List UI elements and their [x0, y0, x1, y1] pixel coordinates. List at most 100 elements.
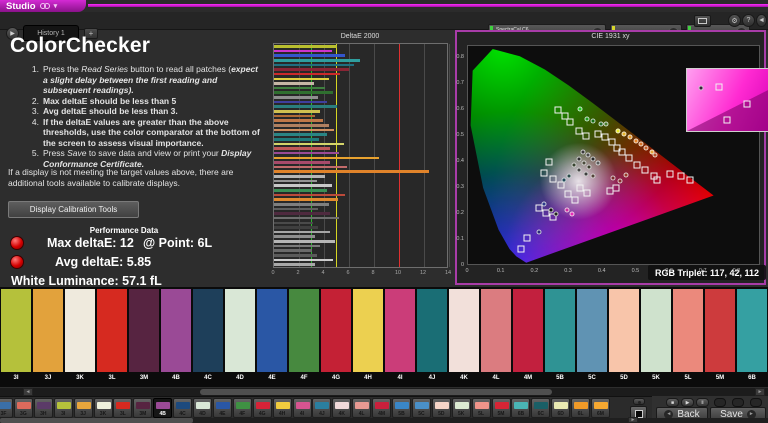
patch-button-4K[interactable]: 4K	[332, 398, 351, 418]
deltae-bar	[274, 263, 315, 266]
color-patch-4M[interactable]	[513, 289, 543, 372]
color-patch-4H[interactable]	[353, 289, 383, 372]
option-knob-1[interactable]	[714, 398, 726, 407]
patch-button-4F[interactable]: 4F	[233, 398, 252, 418]
display-calibration-tools-button[interactable]: Display Calibration Tools	[8, 201, 139, 218]
patch-button-3L[interactable]: 3L	[113, 398, 132, 418]
color-patch-5C[interactable]	[577, 289, 607, 372]
x-tick-label: 12	[420, 270, 426, 276]
scrollbar-thumb[interactable]	[0, 418, 193, 423]
color-patch-5M[interactable]	[705, 289, 735, 372]
color-patch-5K[interactable]	[641, 289, 671, 372]
patch-button-label: 3I	[55, 411, 72, 417]
x-tick-label: 0.2	[531, 268, 539, 274]
patch-button-3K[interactable]: 3K	[94, 398, 113, 418]
target-square	[517, 245, 524, 252]
read-series-button[interactable]: ▶	[681, 398, 694, 407]
deltae-bar	[274, 119, 323, 122]
deltae-chart-panel[interactable]: DeltaE 2000 02468101214	[266, 31, 454, 285]
patch-button-4M[interactable]: 4M	[372, 398, 391, 418]
patch-button-4E[interactable]: 4E	[213, 398, 232, 418]
patch-button-6M[interactable]: 6M	[591, 398, 610, 418]
color-patch-5B[interactable]	[545, 289, 575, 372]
help-button[interactable]: ?	[742, 14, 755, 27]
scrollbar-thumb[interactable]	[200, 389, 552, 395]
patch-button-3M[interactable]: 3M	[133, 398, 152, 418]
cie-chart-panel[interactable]: CIE 1931 xy RGB Triplet: 117, 42, 112 00…	[455, 30, 766, 285]
color-patch-3J[interactable]	[33, 289, 63, 372]
patch-button-3G[interactable]: 3G	[14, 398, 33, 418]
patch-button-6B[interactable]: 6B	[511, 398, 530, 418]
patch-button-5K[interactable]: 5K	[452, 398, 471, 418]
color-patch-4D[interactable]	[225, 289, 255, 372]
patch-button-3I[interactable]: 3I	[54, 398, 73, 418]
instruction-list: 1. Press the Read Series button to read …	[26, 64, 260, 169]
scroll-left-button[interactable]: ◄	[23, 388, 33, 396]
color-patch-6B[interactable]	[737, 289, 767, 372]
color-patch-3K[interactable]	[65, 289, 95, 372]
patch-button-3F[interactable]: 3F	[0, 398, 13, 418]
patch-button-3H[interactable]: 3H	[34, 398, 53, 418]
color-patch-3M[interactable]	[129, 289, 159, 372]
patch-swatch	[495, 402, 509, 409]
cie-zoom-inset	[686, 68, 768, 132]
color-patch-5D[interactable]	[609, 289, 639, 372]
patch-button-4C[interactable]: 4C	[173, 398, 192, 418]
patch-button-4J[interactable]: 4J	[312, 398, 331, 418]
patch-button-label: 5K	[453, 411, 470, 417]
color-patch-4G[interactable]	[321, 289, 351, 372]
target-square	[607, 188, 614, 195]
white-luminance-value: White Luminance: 57.1 fL	[11, 274, 162, 288]
patch-label: 4M	[512, 375, 544, 381]
color-patch-4C[interactable]	[193, 289, 223, 372]
patch-button-4B[interactable]: 4B	[153, 398, 172, 418]
patch-button-5L[interactable]: 5L	[472, 398, 491, 418]
settings-button[interactable]: ⚙	[728, 14, 741, 27]
color-patch-4E[interactable]	[257, 289, 287, 372]
patch-button-4D[interactable]: 4D	[193, 398, 212, 418]
option-knob-2[interactable]	[732, 398, 744, 407]
color-patch-4J[interactable]	[417, 289, 447, 372]
deltae-bar	[274, 73, 340, 76]
color-patch-5L[interactable]	[673, 289, 703, 372]
toolbar-scroll-right-button[interactable]: ►	[628, 417, 638, 423]
toolbar-scrollbar[interactable]	[0, 418, 768, 423]
collapse-button[interactable]: ◄	[756, 14, 767, 27]
patch-button-5M[interactable]: 5M	[492, 398, 511, 418]
scroll-right-button[interactable]: ►	[755, 388, 765, 396]
patch-button-6C[interactable]: 6C	[531, 398, 550, 418]
color-patch-4I[interactable]	[385, 289, 415, 372]
patch-scrollbar[interactable]	[0, 388, 768, 396]
patch-button-5B[interactable]: 5B	[392, 398, 411, 418]
color-patch-4K[interactable]	[449, 289, 479, 372]
patch-swatch	[296, 402, 310, 409]
color-patch-3L[interactable]	[97, 289, 127, 372]
patch-label: 5D	[608, 375, 640, 381]
instruction-footer: If a display is not meeting the target v…	[8, 167, 260, 188]
color-patch-4L[interactable]	[481, 289, 511, 372]
patch-button-6L[interactable]: 6L	[571, 398, 590, 418]
measurement-dot	[565, 208, 570, 213]
patch-button-4G[interactable]: 4G	[253, 398, 272, 418]
measurement-dot	[652, 153, 657, 158]
target-square	[634, 161, 641, 168]
display-window-button[interactable]	[694, 15, 711, 27]
stop-button[interactable]: ■	[666, 398, 679, 407]
patch-button-6D[interactable]: 6D	[551, 398, 570, 418]
patch-button-4I[interactable]: 4I	[293, 398, 312, 418]
comparator-toggle-button[interactable]	[633, 398, 645, 405]
studio-logo[interactable]: Studio ▾	[0, 0, 86, 12]
patch-button-5C[interactable]: 5C	[412, 398, 431, 418]
option-knob-3[interactable]	[750, 398, 762, 407]
patch-button-5D[interactable]: 5D	[432, 398, 451, 418]
patch-button-4H[interactable]: 4H	[273, 398, 292, 418]
patch-button-4L[interactable]: 4L	[352, 398, 371, 418]
color-patch-3I[interactable]	[1, 289, 31, 372]
deltae-bar	[274, 45, 337, 48]
deltae-bar	[274, 259, 333, 262]
color-patch-4F[interactable]	[289, 289, 319, 372]
patch-button-3J[interactable]: 3J	[74, 398, 93, 418]
pause-button[interactable]: Ⅱ	[696, 398, 709, 407]
measurement-dot	[553, 211, 558, 216]
color-patch-4B[interactable]	[161, 289, 191, 372]
